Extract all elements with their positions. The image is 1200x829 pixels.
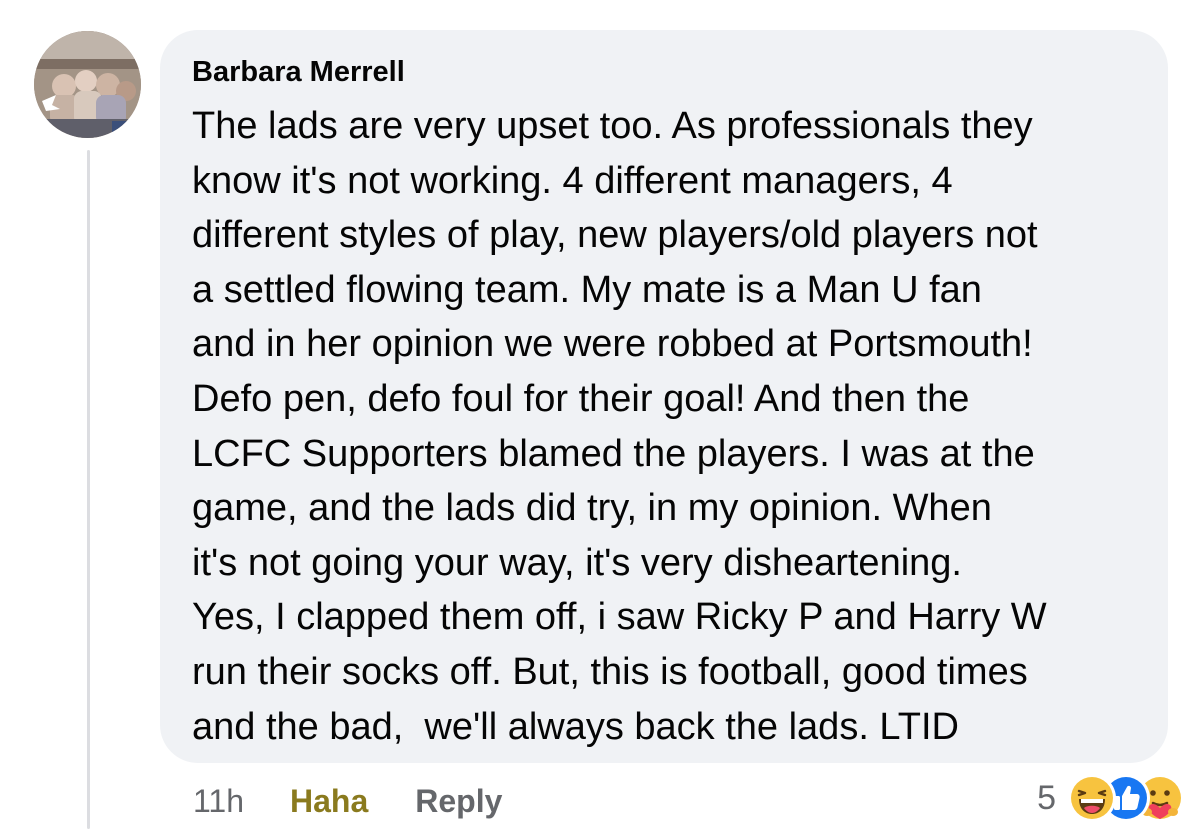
haha-icon <box>1068 774 1116 822</box>
avatar[interactable] <box>34 31 141 138</box>
reaction-summary[interactable]: 5 <box>1037 772 1186 824</box>
comment-author[interactable]: Barbara Merrell <box>192 54 1138 90</box>
comment-thread: Barbara Merrell The lads are very upset … <box>0 0 1200 829</box>
comment-line: Defo pen, defo foul for their goal! And … <box>192 377 970 420</box>
reply-button[interactable]: Reply <box>415 783 502 820</box>
comment-line: and in her opinion we were robbed at Por… <box>192 323 1033 366</box>
comment-line: a settled flowing team. My mate is a Man… <box>192 268 982 311</box>
comment-line: game, and the lads did try, in my opinio… <box>192 487 992 530</box>
comment-line: The lads are very upset too. As professi… <box>192 105 1033 147</box>
comment-line: LCFC Supporters blamed the players. I wa… <box>192 432 1035 475</box>
comment-bubble: Barbara Merrell The lads are very upset … <box>160 30 1168 763</box>
reaction-button[interactable]: Haha <box>290 783 368 820</box>
comment-text: The lads are very upset too. As professi… <box>192 99 1138 754</box>
comment-line: run their socks off. But, this is footba… <box>192 650 1028 693</box>
comment-line: and the bad, we'll always back the lads.… <box>192 705 959 748</box>
comment-actions: 11h Haha Reply <box>193 782 502 820</box>
timestamp[interactable]: 11h <box>193 783 244 820</box>
comment-line: it's not going your way, it's very dishe… <box>192 541 962 584</box>
thread-line <box>87 150 90 829</box>
reaction-icons <box>1066 772 1186 824</box>
profile-photo <box>34 31 141 138</box>
comment-line: know it's not working. 4 different manag… <box>192 159 953 202</box>
reaction-count: 5 <box>1037 778 1056 817</box>
comment-line: different styles of play, new players/ol… <box>192 214 1038 257</box>
comment-line: Yes, I clapped them off, i saw Ricky P a… <box>192 596 1047 639</box>
